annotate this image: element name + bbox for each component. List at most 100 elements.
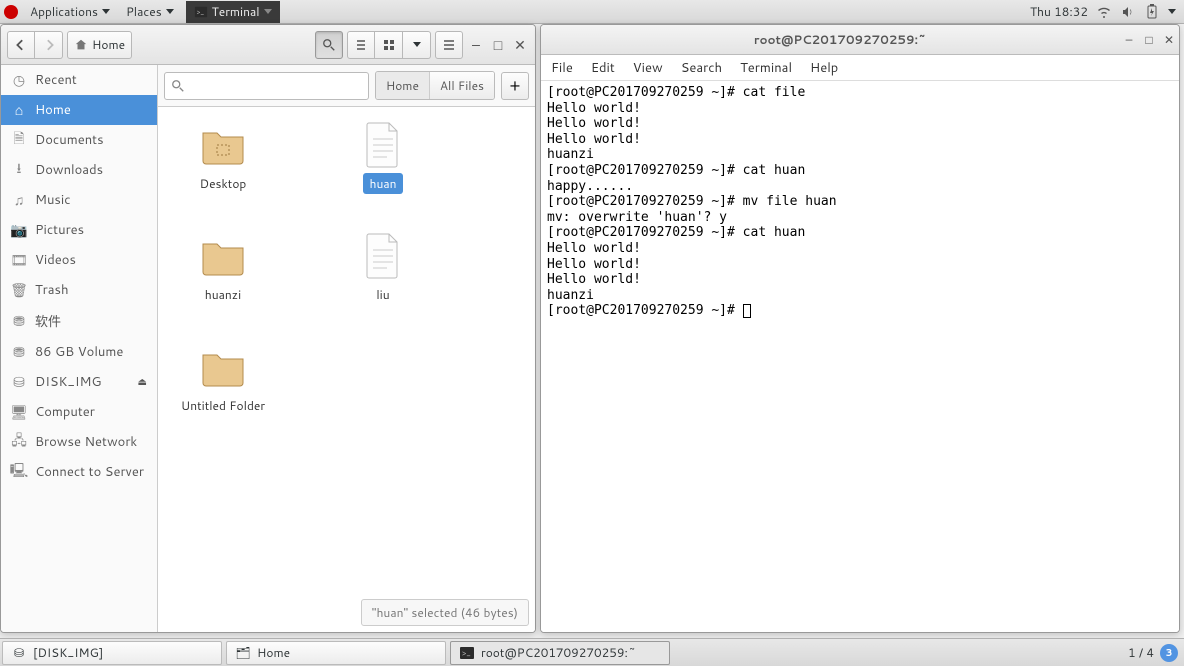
chevron-down-icon bbox=[264, 9, 272, 14]
bottom-panel: ⛁ [DISK_IMG] 🗂 Home >_ root@PC2017092702… bbox=[0, 638, 1184, 666]
search-toggle[interactable] bbox=[315, 31, 343, 59]
panel-left: Applications Places >_ Terminal bbox=[0, 0, 280, 23]
item-untitled-folder[interactable]: Untitled Folder bbox=[168, 345, 278, 416]
top-panel: Applications Places >_ Terminal Thu 18:3… bbox=[0, 0, 1184, 24]
workspace-indicator[interactable]: 1 / 4 bbox=[1128, 644, 1154, 661]
menu-terminal[interactable]: Terminal bbox=[740, 59, 792, 77]
sidebar-home[interactable]: ⌂Home bbox=[1, 95, 157, 125]
files-main: Home All Files + Desktop huan bbox=[158, 65, 535, 632]
file-icon bbox=[359, 123, 407, 167]
chevron-down-icon bbox=[102, 9, 110, 14]
item-label: huan bbox=[363, 173, 402, 194]
places-menu[interactable]: Places bbox=[118, 0, 182, 23]
eject-icon[interactable]: ⏏ bbox=[138, 375, 147, 389]
sidebar-browse-network[interactable]: 🖧Browse Network bbox=[1, 427, 157, 457]
sidebar: ◷Recent ⌂Home 🗎Documents ⭳Downloads ♫Mus… bbox=[1, 65, 158, 632]
view-group bbox=[347, 31, 431, 59]
forward-button[interactable] bbox=[35, 31, 63, 59]
path-home[interactable]: Home bbox=[376, 72, 430, 99]
sidebar-music[interactable]: ♫Music bbox=[1, 185, 157, 215]
view-dropdown[interactable] bbox=[403, 31, 431, 59]
sidebar-downloads[interactable]: ⭳Downloads bbox=[1, 155, 157, 185]
video-icon: 🎞 bbox=[11, 252, 27, 268]
panel-right: Thu 18:32 bbox=[1030, 3, 1184, 20]
file-icon bbox=[359, 234, 407, 278]
item-label: huanzi bbox=[199, 284, 247, 305]
server-icon: 🖳 bbox=[11, 464, 27, 480]
terminal-icon: >_ bbox=[459, 645, 475, 661]
clock[interactable]: Thu 18:32 bbox=[1030, 3, 1088, 20]
sidebar-recent[interactable]: ◷Recent bbox=[1, 65, 157, 95]
item-label: Desktop bbox=[194, 173, 253, 194]
sidebar-videos[interactable]: 🎞Videos bbox=[1, 245, 157, 275]
task-home[interactable]: 🗂 Home bbox=[226, 641, 446, 665]
task-disk-img[interactable]: ⛁ [DISK_IMG] bbox=[2, 641, 222, 665]
item-huanzi[interactable]: huanzi bbox=[168, 234, 278, 305]
sidebar-software[interactable]: ⛃软件 bbox=[1, 305, 157, 337]
task-terminal[interactable]: >_ root@PC201709270259:~ bbox=[450, 641, 670, 665]
files-toolbar: Home – □ ✕ bbox=[1, 25, 535, 65]
distro-icon[interactable] bbox=[4, 5, 18, 19]
notification-badge[interactable]: 3 bbox=[1160, 644, 1178, 662]
maximize-button[interactable]: □ bbox=[489, 35, 507, 55]
search-input[interactable] bbox=[164, 72, 369, 100]
close-button[interactable]: ✕ bbox=[1159, 31, 1179, 48]
sidebar-computer[interactable]: 🖥Computer bbox=[1, 397, 157, 427]
sidebar-connect-server[interactable]: 🖳Connect to Server bbox=[1, 457, 157, 487]
document-icon: 🗎 bbox=[11, 132, 27, 148]
folder-icon bbox=[199, 234, 247, 278]
desktop: Home – □ ✕ ◷Recent ⌂Home 🗎Documents ⭳Dow… bbox=[0, 24, 1184, 638]
view-icons-button[interactable] bbox=[375, 31, 403, 59]
item-desktop[interactable]: Desktop bbox=[168, 123, 278, 194]
hamburger-button[interactable] bbox=[435, 31, 463, 59]
volume-icon[interactable] bbox=[1120, 4, 1136, 20]
view-list-button[interactable] bbox=[347, 31, 375, 59]
applications-menu[interactable]: Applications bbox=[22, 0, 118, 23]
search-icon bbox=[322, 38, 336, 52]
item-huan[interactable]: huan bbox=[328, 123, 438, 194]
drive-icon: ⛃ bbox=[11, 313, 27, 329]
window-title: root@PC201709270259:~ bbox=[561, 31, 1119, 48]
chevron-down-icon bbox=[413, 42, 421, 47]
menu-edit[interactable]: Edit bbox=[591, 59, 615, 77]
terminal-titlebar[interactable]: root@PC201709270259:~ – □ ✕ bbox=[541, 25, 1179, 55]
sidebar-trash[interactable]: 🗑Trash bbox=[1, 275, 157, 305]
path-chips: Home All Files bbox=[375, 71, 495, 100]
add-location-button[interactable]: + bbox=[501, 72, 529, 100]
menu-help[interactable]: Help bbox=[810, 59, 838, 77]
close-button[interactable]: ✕ bbox=[511, 35, 529, 55]
item-liu[interactable]: liu bbox=[328, 234, 438, 305]
home-icon bbox=[74, 38, 88, 52]
minimize-button[interactable]: – bbox=[467, 35, 485, 55]
active-window-button[interactable]: >_ Terminal bbox=[186, 1, 280, 23]
battery-icon[interactable] bbox=[1144, 4, 1160, 20]
menu-search[interactable]: Search bbox=[681, 59, 722, 77]
drive-icon: ⛁ bbox=[11, 374, 27, 390]
trash-icon: 🗑 bbox=[11, 282, 27, 298]
sidebar-volume[interactable]: ⛃86 GB Volume bbox=[1, 337, 157, 367]
home-button[interactable]: Home bbox=[67, 31, 132, 59]
camera-icon: 📷 bbox=[11, 222, 27, 238]
files-window: Home – □ ✕ ◷Recent ⌂Home 🗎Documents ⭳Dow… bbox=[0, 24, 536, 633]
path-allfiles[interactable]: All Files bbox=[430, 72, 494, 99]
svg-text:>_: >_ bbox=[462, 647, 471, 659]
sidebar-documents[interactable]: 🗎Documents bbox=[1, 125, 157, 155]
maximize-button[interactable]: □ bbox=[1139, 31, 1159, 48]
sidebar-pictures[interactable]: 📷Pictures bbox=[1, 215, 157, 245]
system-menu-icon[interactable] bbox=[1168, 9, 1176, 14]
drive-icon: ⛃ bbox=[11, 344, 27, 360]
menu-file[interactable]: File bbox=[551, 59, 573, 77]
sidebar-disk-img[interactable]: ⛁DISK_IMG⏏ bbox=[1, 367, 157, 397]
drive-icon: ⛁ bbox=[11, 645, 27, 661]
menu-view[interactable]: View bbox=[633, 59, 663, 77]
terminal-icon: >_ bbox=[194, 5, 208, 19]
minimize-button[interactable]: – bbox=[1119, 31, 1139, 48]
item-label: Untitled Folder bbox=[175, 395, 271, 416]
computer-icon: 🖥 bbox=[11, 404, 27, 420]
terminal-body[interactable]: [root@PC201709270259 ~]# cat file Hello … bbox=[541, 81, 1179, 632]
back-button[interactable] bbox=[7, 31, 35, 59]
icon-view[interactable]: Desktop huan huanzi liu bbox=[158, 107, 535, 632]
wifi-icon[interactable] bbox=[1096, 4, 1112, 20]
chevron-down-icon bbox=[166, 9, 174, 14]
folder-icon bbox=[199, 345, 247, 389]
